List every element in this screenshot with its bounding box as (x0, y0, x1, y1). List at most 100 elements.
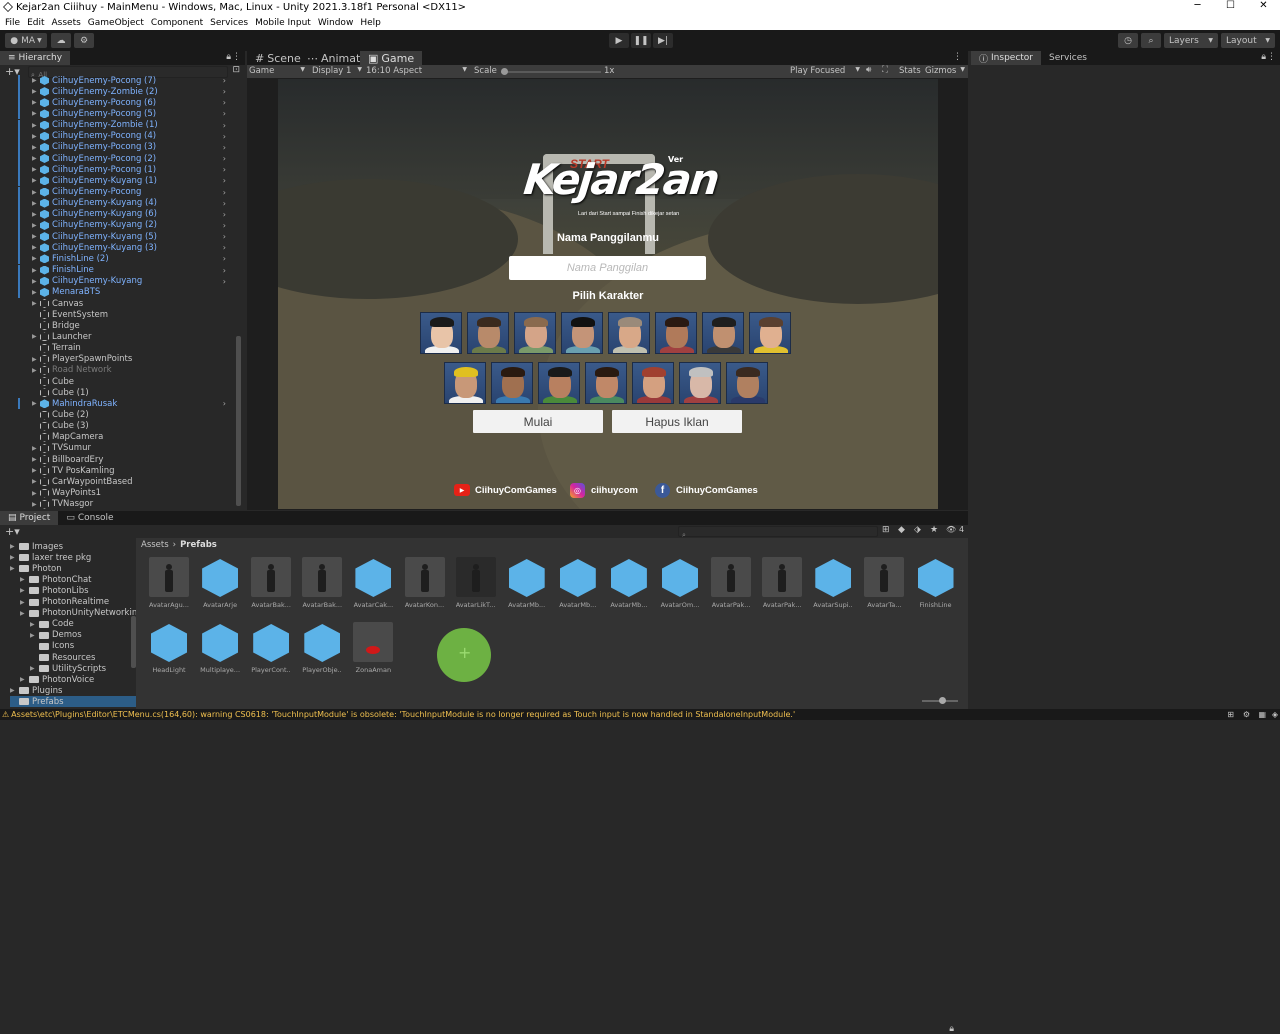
asset-item[interactable]: AvatarAgu... (149, 557, 189, 609)
expand-arrow-icon[interactable]: ▶ (32, 356, 40, 363)
character-avatar[interactable] (420, 312, 462, 354)
gizmos-dropdown[interactable]: Gizmos ▼ (925, 66, 965, 76)
open-prefab-chevron-icon[interactable]: › (223, 87, 226, 96)
character-avatar[interactable] (749, 312, 791, 354)
expand-arrow-icon[interactable]: ▶ (32, 467, 40, 474)
tab-inspector[interactable]: ⓘ Inspector (971, 51, 1041, 65)
folder-row[interactable]: Prefabs (10, 696, 136, 708)
asset-item[interactable]: AvatarKon... (404, 557, 445, 609)
hierarchy-row[interactable]: ▶ MahindraRusak › (0, 398, 232, 410)
expand-arrow-icon[interactable]: ▶ (32, 400, 40, 407)
hierarchy-row[interactable]: Terrain (0, 343, 232, 354)
menu-component[interactable]: Component (151, 18, 203, 28)
character-avatar[interactable] (655, 312, 697, 354)
expand-arrow-icon[interactable]: ▶ (32, 456, 40, 463)
character-avatar[interactable] (444, 362, 486, 404)
hierarchy-row[interactable]: ▶ Launcher (0, 331, 232, 342)
social-facebook[interactable]: f CiihuyComGames (655, 483, 758, 498)
tab-console[interactable]: ▭ Console (58, 511, 121, 525)
menu-window[interactable]: Window (318, 18, 354, 28)
character-avatar[interactable] (726, 362, 768, 404)
tab-hierarchy[interactable]: ≡ Hierarchy (0, 51, 71, 65)
hierarchy-row[interactable]: ▶ Canvas (0, 298, 232, 309)
character-avatar[interactable] (679, 362, 721, 404)
open-prefab-chevron-icon[interactable]: › (223, 76, 226, 85)
hierarchy-row[interactable]: ▶ PlayerSpawnPoints (0, 354, 232, 365)
play-mode-dropdown[interactable]: Play Focused ▼ (790, 66, 860, 76)
character-avatar[interactable] (491, 362, 533, 404)
open-prefab-chevron-icon[interactable]: › (223, 165, 226, 174)
expand-arrow-icon[interactable]: ▶ (32, 244, 40, 251)
hierarchy-row[interactable]: Cube (2) (0, 410, 232, 421)
folder-row[interactable]: ▶ Photon (10, 563, 62, 574)
expand-arrow-icon[interactable]: ▶ (20, 587, 29, 594)
hierarchy-row[interactable]: ▶ CiihuyEnemy-Zombie (2) › (0, 86, 232, 98)
asset-item[interactable]: ZonaAman (353, 622, 394, 674)
kebab-menu-icon[interactable]: ⋮ (232, 52, 241, 62)
hierarchy-row[interactable]: ▶ CiihuyEnemy-Kuyang › (0, 275, 232, 287)
folder-row[interactable]: ▶ laxer tree pkg (10, 552, 91, 563)
expand-arrow-icon[interactable]: ▶ (32, 177, 40, 184)
open-prefab-chevron-icon[interactable]: › (223, 143, 226, 152)
remove-ads-button[interactable]: Hapus Iklan (612, 410, 742, 433)
social-youtube[interactable]: ▶ CiihuyComGames (454, 484, 557, 496)
hierarchy-row[interactable]: ▶ CiihuyEnemy-Kuyang (5) › (0, 231, 232, 243)
tag-icon[interactable]: ⬗ (914, 525, 921, 535)
kebab-menu-icon[interactable]: ⋮ (953, 52, 962, 62)
open-prefab-chevron-icon[interactable]: › (223, 121, 226, 130)
folder-row[interactable]: ▶ PhotonLibs (20, 585, 89, 596)
hierarchy-row[interactable]: ▶ CiihuyEnemy-Pocong (4) › (0, 130, 232, 142)
hierarchy-row[interactable]: Cube (0, 376, 232, 387)
folder-row[interactable]: ▶ PhotonRealtime (20, 597, 109, 608)
expand-arrow-icon[interactable]: ▶ (32, 300, 40, 307)
social-instagram[interactable]: ◎ ciihuycom (570, 483, 638, 498)
open-prefab-chevron-icon[interactable]: › (223, 243, 226, 252)
add-icon[interactable]: +▾ (5, 525, 20, 538)
star-icon[interactable]: ★ (930, 525, 938, 535)
hierarchy-row[interactable]: ▶ FinishLine › (0, 264, 232, 276)
tab-project[interactable]: ▤ Project (0, 511, 59, 525)
cloud-button[interactable]: ☁ (51, 33, 71, 48)
expand-arrow-icon[interactable]: ▶ (32, 166, 40, 173)
open-prefab-chevron-icon[interactable]: › (223, 98, 226, 107)
game-view[interactable]: START Kejar2an Ver Lari dari Start sampa… (278, 79, 938, 509)
expand-arrow-icon[interactable]: ▶ (10, 543, 19, 550)
expand-arrow-icon[interactable]: ▶ (32, 445, 40, 452)
hierarchy-row[interactable]: ▶ CiihuyEnemy-Pocong (5) › (0, 108, 232, 120)
menu-file[interactable]: File (5, 18, 20, 28)
layout-dropdown[interactable]: Layout ▼ (1221, 33, 1275, 48)
expand-arrow-icon[interactable]: ▶ (20, 676, 29, 683)
hierarchy-row[interactable]: ▶ CiihuyEnemy-Kuyang (1) › (0, 175, 232, 187)
expand-arrow-icon[interactable]: ▶ (10, 565, 19, 572)
open-prefab-chevron-icon[interactable]: › (223, 154, 226, 163)
hierarchy-row[interactable]: ▶ MenaraBTS (0, 286, 232, 298)
start-game-button[interactable]: Mulai (473, 410, 603, 433)
asset-item[interactable]: AvatarArje (200, 557, 240, 609)
hierarchy-scrollbar[interactable] (236, 336, 241, 506)
asset-item[interactable]: AvatarBak... (251, 557, 292, 609)
character-avatar[interactable] (632, 362, 674, 404)
expand-arrow-icon[interactable]: ▶ (20, 599, 29, 606)
asset-item[interactable]: AvatarTa... (864, 557, 905, 609)
expand-arrow-icon[interactable]: ▶ (32, 155, 40, 162)
maximize-button[interactable]: ☐ (1214, 0, 1247, 11)
nickname-input[interactable]: Nama Panggilan (509, 256, 706, 280)
asset-item[interactable]: AvatarCak... (353, 557, 393, 609)
hierarchy-row[interactable]: ▶ CiihuyEnemy-Pocong (6) › (0, 97, 232, 109)
scale-slider-handle[interactable] (501, 68, 508, 75)
expand-arrow-icon[interactable]: ▶ (32, 133, 40, 140)
asset-zoom-slider[interactable] (922, 697, 958, 704)
scene-visibility-icon[interactable]: ⊡ (232, 65, 240, 75)
open-prefab-chevron-icon[interactable]: › (223, 221, 226, 230)
expand-arrow-icon[interactable]: ▶ (10, 554, 19, 561)
hierarchy-row[interactable]: ▶ CiihuyEnemy-Pocong (2) › (0, 153, 232, 165)
menu-services[interactable]: Services (210, 18, 248, 28)
folder-row[interactable]: Icons (30, 641, 74, 652)
expand-arrow-icon[interactable]: ▶ (32, 99, 40, 106)
folder-row[interactable]: ▶ Plugins (10, 685, 62, 696)
breadcrumb-assets[interactable]: Assets (141, 540, 169, 550)
asset-item[interactable]: PlayerObje... (302, 622, 342, 674)
step-button[interactable]: ▶| (653, 33, 673, 48)
character-avatar[interactable] (514, 312, 556, 354)
minimize-button[interactable]: ─ (1181, 0, 1214, 11)
